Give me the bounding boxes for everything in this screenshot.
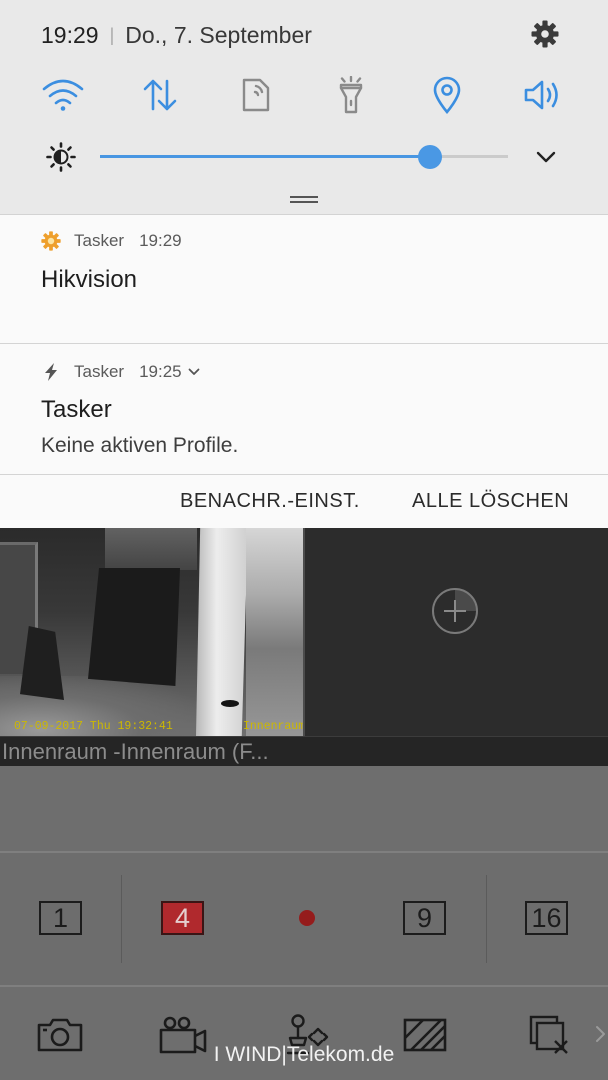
clock: 19:29 [41, 22, 99, 48]
notification-time: 19:29 [139, 231, 182, 250]
layout-1-button[interactable]: 1 [39, 901, 82, 935]
mobile-data-toggle[interactable] [132, 67, 188, 123]
sound-icon [524, 80, 558, 110]
settings-button[interactable] [531, 20, 559, 48]
notification-app-icon [41, 362, 61, 382]
notification-actions: BENACHR.-EINST. ALLE LÖSCHEN [0, 475, 608, 528]
notification-title: Hikvision [41, 266, 138, 293]
lightning-icon [45, 363, 57, 381]
scene-wall [246, 528, 303, 736]
brightness-fill [100, 155, 431, 158]
panel-drag-handle[interactable] [290, 196, 318, 205]
camera-label: Innenraum -Innenraum (F... [2, 739, 269, 764]
notification-app-icon [41, 231, 61, 251]
notification-time: 19:25 [139, 362, 182, 381]
notification-tasker[interactable]: Tasker 19:25 Tasker Keine aktiven Profil… [0, 344, 608, 474]
notification-app-name: Tasker [74, 362, 125, 381]
scene-pet [221, 700, 239, 707]
clear-all-button[interactable]: ALLE LÖSCHEN [412, 488, 569, 514]
toolbar-more-button[interactable] [594, 1024, 606, 1044]
layout-4-button[interactable]: 4 [161, 901, 204, 935]
add-camera-icon [432, 588, 478, 634]
cell-separator [303, 528, 305, 766]
date[interactable]: Do., 7. September [125, 22, 312, 48]
osd-datetime: 07-09-2017 Thu 19:32:41 [14, 720, 173, 733]
expand-panel-button[interactable] [535, 149, 557, 165]
add-camera-button[interactable] [431, 587, 479, 635]
layout-16-button[interactable]: 16 [525, 901, 568, 935]
chevron-down-icon [536, 151, 556, 163]
layout-9-button[interactable]: 9 [403, 901, 446, 935]
tasker-gear-icon [41, 231, 61, 251]
location-toggle[interactable] [419, 67, 475, 123]
flashlight-toggle[interactable] [323, 67, 379, 123]
notification-settings-button[interactable]: BENACHR.-EINST. [180, 488, 360, 514]
empty-camera-cell[interactable] [305, 528, 608, 736]
brightness-auto-button[interactable] [46, 142, 76, 172]
osd-camera-name: Innenraum [243, 720, 303, 733]
notification-header: Tasker 19:25 [74, 361, 200, 383]
smart-view-icon [242, 78, 270, 112]
chevron-right-icon [596, 1026, 605, 1042]
camera-label-row: Innenraum -Innenraum (F... [0, 736, 608, 766]
notification-hikvision[interactable]: Tasker 19:29 Hikvision [0, 215, 608, 343]
layout-selector: 1 4 9 16 [0, 851, 608, 987]
clock-date-row: 19:29 | Do., 7. September [41, 20, 312, 50]
gear-icon [531, 20, 559, 48]
mobile-data-icon [143, 79, 177, 111]
notification-text: Keine aktiven Profile. [41, 434, 239, 457]
smart-view-toggle[interactable] [228, 67, 284, 123]
chevron-down-icon[interactable] [188, 368, 200, 376]
layout-separator [121, 875, 122, 963]
flashlight-icon [339, 76, 363, 114]
date-separator: | [109, 25, 115, 45]
camera-feed-innenraum[interactable]: 07-09-2017 Thu 19:32:41 Innenraum [0, 528, 303, 736]
wifi-icon [42, 79, 84, 111]
wifi-toggle[interactable] [35, 67, 91, 123]
page-indicator-dot [299, 910, 315, 926]
scene-shelf [105, 528, 197, 570]
brightness-icon [46, 142, 76, 172]
notification-header: Tasker 19:29 [74, 230, 182, 252]
scene-table [88, 568, 180, 686]
notification-title: Tasker [41, 396, 112, 423]
brightness-slider[interactable] [100, 144, 508, 169]
quick-settings-panel: 19:29 | Do., 7. September [0, 0, 608, 215]
layout-separator [486, 875, 487, 963]
sound-toggle[interactable] [515, 67, 571, 123]
location-icon [433, 76, 461, 114]
carrier-label: I WIND|Telekom.de [213, 1043, 395, 1066]
notification-app-name: Tasker [74, 231, 125, 250]
brightness-thumb[interactable] [418, 144, 443, 169]
